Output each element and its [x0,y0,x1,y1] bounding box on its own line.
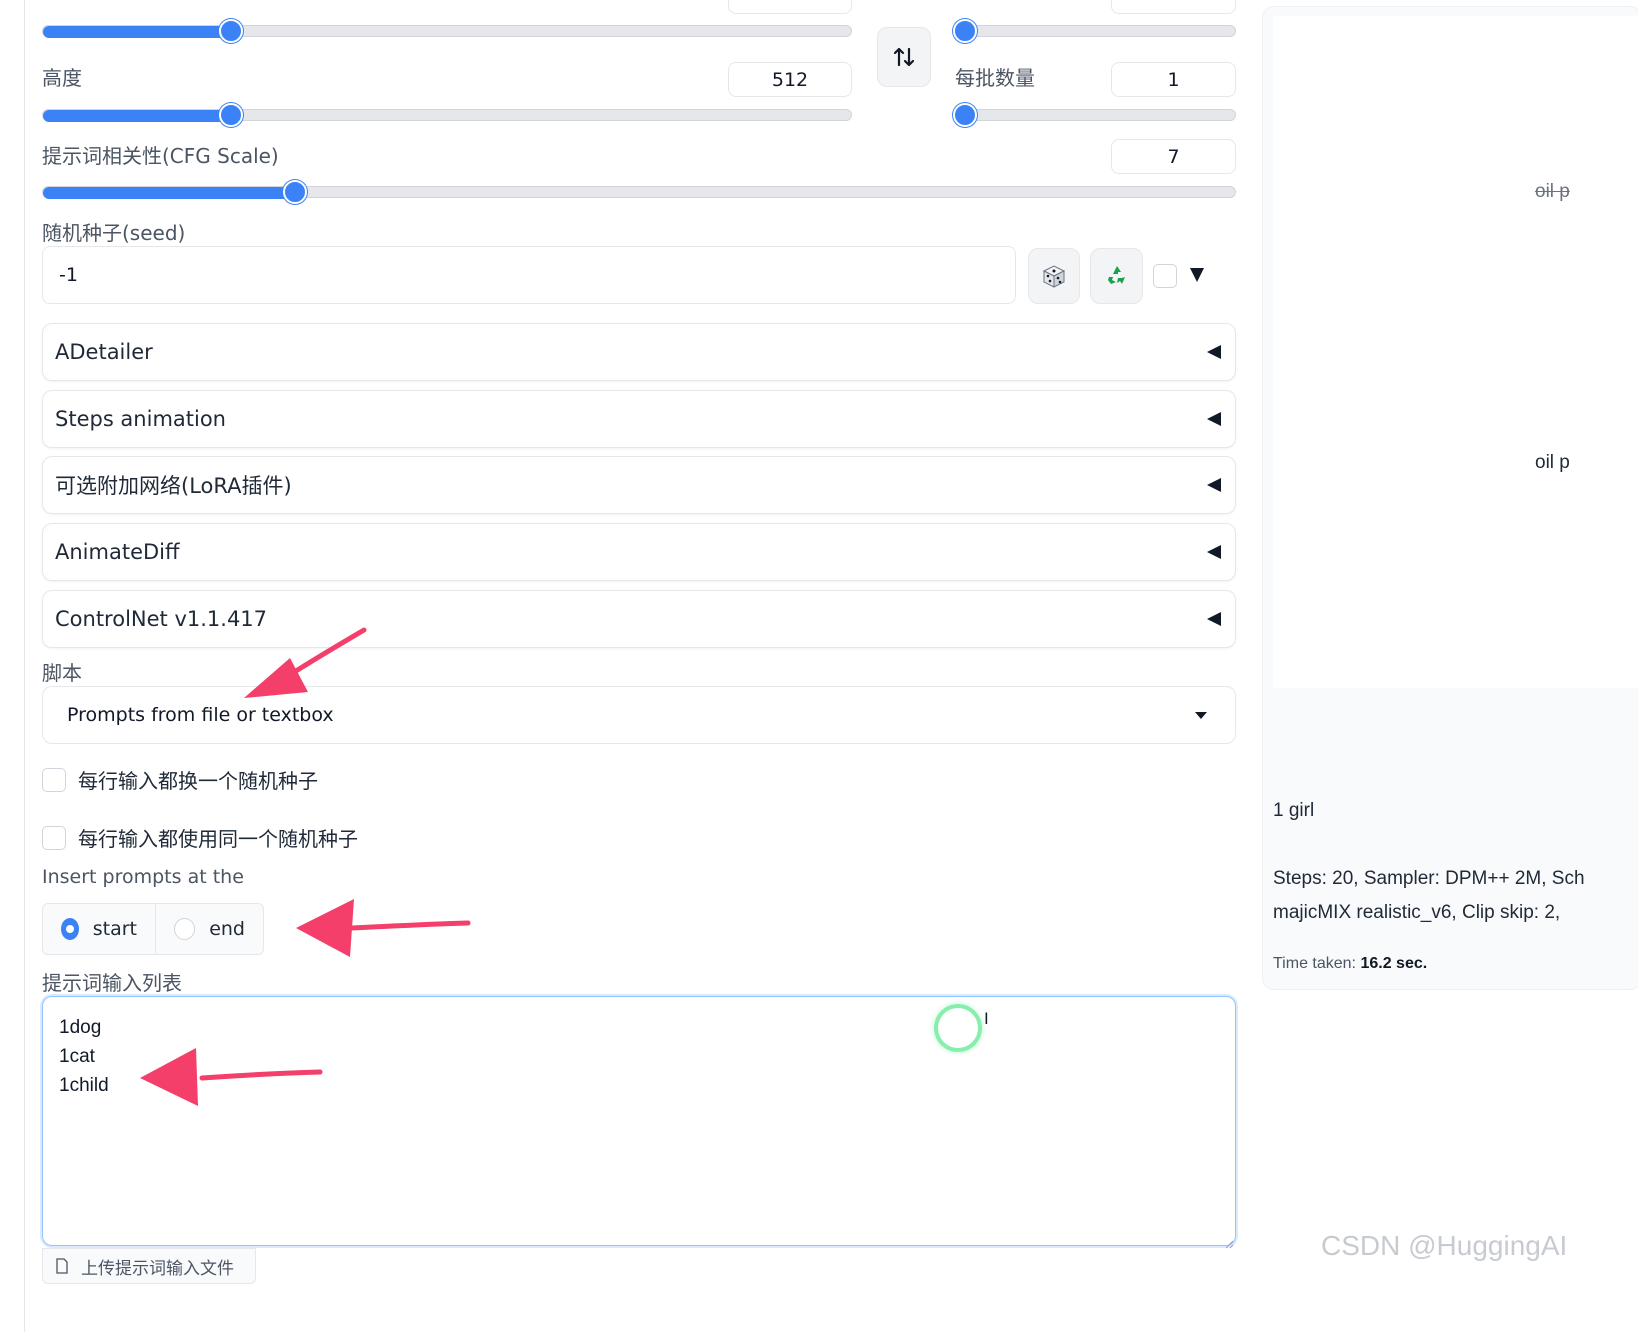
time-taken-value: 16.2 sec. [1360,955,1428,972]
output-overlay-text: oil p [1535,452,1570,473]
width-slider-fill [43,26,233,38]
batch-size-slider-track[interactable] [955,109,1236,121]
reuse-seed-button[interactable] [1090,248,1143,304]
radio-end-label: end [209,918,245,940]
left-page-edge [0,0,25,1332]
height-slider-fill [43,110,233,122]
cfg-value-text: 7 [1167,146,1180,168]
random-seed-per-line-label: 每行输入都换一个随机种子 [78,769,318,793]
output-prompt-text: 1 girl [1273,800,1315,821]
height-value-text: 512 [771,69,809,91]
file-icon [56,1258,68,1274]
batch-count-slider-track[interactable] [955,25,1236,37]
batch-size-label: 每批数量 [955,66,1035,90]
cfg-slider-thumb[interactable] [283,180,307,204]
random-seed-per-line-checkbox[interactable] [42,767,66,792]
height-slider-track[interactable] [42,109,852,122]
click-indicator [934,1004,982,1052]
watermark: CSDN @HuggingAI [1321,1230,1568,1261]
accordion-lora[interactable]: 可选附加网络(LoRA插件) [42,456,1236,514]
cfg-slider-track[interactable] [42,186,1236,199]
recycle-icon [1107,266,1125,284]
cfg-slider-fill [43,187,297,199]
output-params-line-2: majicMIX realistic_v6, Clip skip: 2, [1273,902,1561,923]
width-value-text: 512 [772,0,808,1]
text-cursor-icon: I [984,1009,989,1028]
seed-label: 随机种子(seed) [42,221,186,245]
collapse-arrow-icon [1207,478,1221,492]
extra-seed-toggle-icon[interactable] [1190,268,1204,282]
same-seed-per-line-label: 每行输入都使用同一个随机种子 [78,827,358,851]
random-seed-per-line-option[interactable]: 每行输入都换一个随机种子 [42,765,318,794]
extra-seed-checkbox[interactable] [1153,264,1177,288]
annotation-arrow-insert-prompts [296,899,471,957]
collapse-arrow-icon [1207,612,1221,626]
accordion-animatediff-label: AnimateDiff [55,540,180,564]
upload-prompt-file-label: 上传提示词输入文件 [81,1258,234,1279]
upload-prompt-file-button[interactable]: 上传提示词输入文件 [42,1248,256,1284]
time-taken-label: Time taken: [1273,955,1356,972]
accordion-steps-animation-label: Steps animation [55,407,226,431]
swap-dimensions-button[interactable] [877,27,931,87]
radio-start-label: start [92,918,137,940]
batch-count-value-input[interactable]: 1 [1111,0,1236,14]
radio-end[interactable]: end [156,903,264,955]
height-label: 高度 [42,66,82,90]
random-seed-button[interactable] [1028,248,1080,304]
seed-value-text: -1 [59,264,78,286]
width-slider-thumb[interactable] [219,19,243,43]
width-value-input[interactable]: 512 [728,0,852,14]
chevron-down-icon [1195,711,1207,719]
height-value-input[interactable]: 512 [728,62,852,97]
prompt-list-textarea[interactable]: 1dog 1cat 1child [42,996,1236,1246]
accordion-lora-label: 可选附加网络(LoRA插件) [55,474,292,498]
dice-icon [1042,265,1066,288]
collapse-arrow-icon [1207,545,1221,559]
cfg-label: 提示词相关性(CFG Scale) [42,144,279,168]
batch-count-slider-thumb[interactable] [953,19,977,43]
radio-unselected-indicator [174,918,196,940]
collapse-arrow-icon [1207,412,1221,426]
accordion-animatediff[interactable]: AnimateDiff [42,523,1236,581]
collapse-arrow-icon [1207,345,1221,359]
batch-size-value-input[interactable]: 1 [1111,62,1236,97]
same-seed-per-line-option[interactable]: 每行输入都使用同一个随机种子 [42,823,358,852]
width-slider-track[interactable] [42,25,852,38]
radio-start[interactable]: start [42,903,156,955]
accordion-adetailer-label: ADetailer [55,340,153,364]
seed-input[interactable]: -1 [42,246,1016,304]
annotation-arrow-script [244,627,367,698]
annotation-arrow-prompt-list [140,1048,323,1106]
insert-prompts-label: Insert prompts at the [42,866,244,888]
accordion-steps-animation[interactable]: Steps animation [42,390,1236,448]
output-overlay-text: oil p [1535,181,1570,202]
time-taken: Time taken: 16.2 sec. [1273,955,1427,973]
cfg-value-input[interactable]: 7 [1111,139,1236,174]
prompt-list-label: 提示词输入列表 [42,971,182,995]
same-seed-per-line-checkbox[interactable] [42,825,66,850]
batch-count-value-text: 1 [1167,0,1179,1]
batch-size-value-text: 1 [1167,69,1180,91]
insert-prompts-radio-group: start end [42,903,264,955]
height-slider-thumb[interactable] [219,103,243,127]
accordion-adetailer[interactable]: ADetailer [42,323,1236,381]
script-label: 脚本 [42,661,82,685]
radio-selected-indicator [61,918,79,940]
resize-handle-icon[interactable] [1224,1234,1234,1249]
batch-size-slider-thumb[interactable] [953,103,977,127]
output-image-area[interactable] [1273,16,1638,688]
output-params-line-1: Steps: 20, Sampler: DPM++ 2M, Sch [1273,868,1585,889]
prompt-line: 1dog [59,1017,102,1038]
swap-icon [893,47,915,67]
accordion-controlnet[interactable]: ControlNet v1.1.417 [42,590,1236,648]
script-dropdown[interactable]: Prompts from file or textbox [42,686,1236,744]
